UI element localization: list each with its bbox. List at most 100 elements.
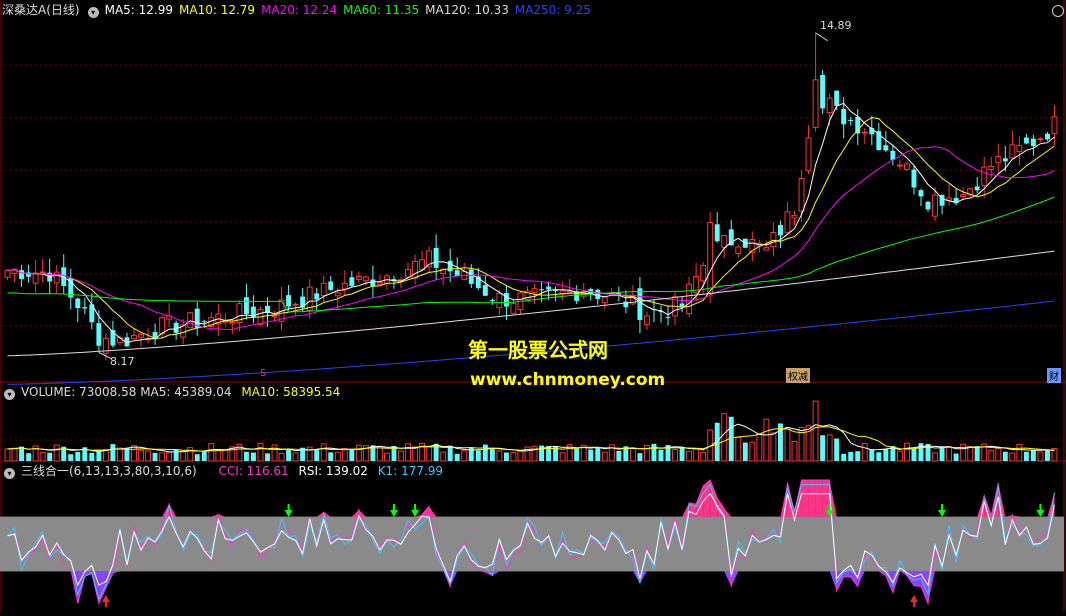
rsi-value: RSI: 139.02 xyxy=(298,464,368,478)
chart-canvas xyxy=(0,0,1066,612)
candle-body xyxy=(826,97,833,114)
volume-bar xyxy=(608,444,615,462)
volume-bar xyxy=(1030,450,1036,461)
watermark-title: 第一股票公式网 xyxy=(468,338,608,362)
candle-body xyxy=(946,197,953,201)
candle-body xyxy=(981,166,988,186)
volume-bar xyxy=(19,446,25,461)
candle-body xyxy=(834,90,840,106)
candle-body xyxy=(925,201,931,210)
main-header: 深桑达A(日线) ▾ MA5: 12.99 MA10: 12.79 MA20: 12.2… xyxy=(2,1,603,19)
volume-bar xyxy=(314,449,320,461)
volume-bar xyxy=(1016,443,1023,462)
volume-bar xyxy=(398,450,404,462)
candle-body xyxy=(805,137,812,172)
volume-bar xyxy=(791,441,798,462)
candle-body xyxy=(376,282,383,285)
volume-bar xyxy=(841,453,847,461)
volume-bar xyxy=(201,451,207,461)
candle-body xyxy=(791,214,798,219)
candle-body xyxy=(489,300,495,302)
candle-body xyxy=(855,117,861,134)
volume-bar xyxy=(496,450,503,462)
candle-body xyxy=(75,298,81,309)
sell-arrow-icon xyxy=(938,504,947,517)
candle-body xyxy=(187,312,194,329)
volume-bar xyxy=(355,444,362,462)
volume-bar xyxy=(946,446,953,462)
volume-bar xyxy=(383,452,390,462)
volume-bar xyxy=(250,452,256,461)
settings-icon[interactable] xyxy=(1052,5,1064,17)
event-marker-financial[interactable]: 财 xyxy=(1047,368,1061,383)
collapse-icon[interactable]: ▾ xyxy=(87,7,99,18)
high-price-label: 14.89 xyxy=(820,19,852,32)
collapse-icon[interactable]: ▾ xyxy=(4,468,15,479)
candle-body xyxy=(510,303,517,314)
ma10-line xyxy=(7,116,1055,339)
candle-body xyxy=(686,283,693,315)
volume-bar xyxy=(376,445,383,462)
candle-body xyxy=(601,296,608,304)
volume-bar xyxy=(932,452,938,462)
volume-bar xyxy=(995,447,1002,462)
candle-body xyxy=(784,211,791,234)
ma20-line xyxy=(7,146,1055,331)
volume-bar xyxy=(349,449,355,461)
volume-header: ▾ VOLUME: 73008.58 MA5: 45389.04 MA10: 58… xyxy=(2,383,346,401)
volume-bar xyxy=(918,443,924,461)
volume-bar xyxy=(412,446,419,462)
candle-body xyxy=(1037,138,1044,141)
candle-body xyxy=(159,317,166,335)
volume-bar xyxy=(812,400,819,462)
buy-arrow-icon xyxy=(909,595,918,607)
event-marker-rights[interactable]: 权减 xyxy=(786,368,810,383)
candle-body xyxy=(355,275,362,280)
volume-bar xyxy=(531,445,538,462)
candle-body xyxy=(328,281,334,290)
ma-legend-ma20: MA20: 12.24 xyxy=(261,3,338,17)
volume-bar xyxy=(26,453,32,461)
candle-body xyxy=(700,264,707,282)
candle-body xyxy=(820,74,826,109)
indicator-band xyxy=(0,516,1064,572)
candle-body xyxy=(918,190,924,197)
ma5-line xyxy=(7,102,1055,344)
event-marker-s[interactable]: S xyxy=(258,368,268,379)
collapse-icon[interactable]: ▾ xyxy=(4,389,15,400)
volume-bar xyxy=(735,436,742,462)
volume-bar xyxy=(96,450,102,461)
volume-bar xyxy=(637,453,643,461)
volume-bar xyxy=(243,451,249,461)
ma-legend-ma60: MA60: 11.35 xyxy=(343,3,420,17)
candle-body xyxy=(82,307,88,309)
volume-bar xyxy=(286,449,292,461)
volume-bar xyxy=(482,444,488,461)
volume-bar xyxy=(461,449,468,462)
candle-body xyxy=(482,285,488,296)
volume-bar xyxy=(75,451,81,461)
volume-bar xyxy=(672,449,679,462)
volume-bar xyxy=(763,418,770,462)
candle-body xyxy=(271,315,278,318)
volume-bar xyxy=(475,450,481,461)
volume-bar xyxy=(517,450,524,462)
volume-bar xyxy=(208,443,215,462)
candle-body xyxy=(679,303,685,307)
candle-body xyxy=(468,269,474,284)
volume-bar xyxy=(559,452,566,462)
candle-body xyxy=(131,334,137,340)
cci-high-fill xyxy=(211,514,219,517)
ma-legend: MA5: 12.99 MA10: 12.79 MA20: 12.24 MA60: 11… xyxy=(105,3,597,17)
volume-bar xyxy=(756,433,763,462)
volume-bar xyxy=(124,448,130,461)
volume-bar xyxy=(643,444,650,462)
volume-bar xyxy=(222,449,229,462)
volume-bar xyxy=(187,447,194,462)
volume-bar xyxy=(869,449,875,461)
candle-body xyxy=(798,178,805,212)
volume-bar xyxy=(4,448,11,462)
volume-bar xyxy=(595,447,601,461)
candle-body xyxy=(362,276,369,282)
volume-bar xyxy=(974,446,980,461)
